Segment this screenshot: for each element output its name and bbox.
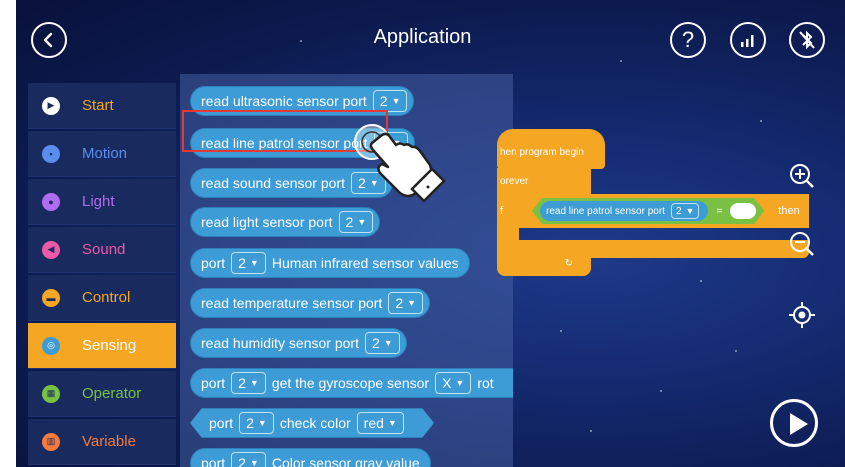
sensor-icon: ◎ [42, 336, 60, 355]
variable-icon: ▥ [42, 432, 60, 451]
app-stage: Application ? ▶ Start ▪ Motion ● Light ◀… [0, 0, 845, 467]
speaker-icon: ◀ [42, 240, 60, 259]
color-dropdown[interactable]: red ▼ [357, 412, 404, 434]
port-dropdown[interactable]: 2▼ [388, 292, 424, 314]
if-block[interactable]: f read line patrol sensor port 2 ▼ = then [497, 194, 809, 228]
block-label: port [201, 255, 226, 271]
then-label: then [778, 205, 800, 217]
crosshair-icon [789, 302, 815, 328]
help-icon: ? [681, 27, 695, 52]
block-read-temperature[interactable]: read temperature sensor port 2 ▼ [190, 288, 431, 318]
block-read-humidity[interactable]: read humidity sensor port 2 ▼ [190, 328, 407, 358]
block-label: Color sensor gray value [271, 455, 420, 467]
zoom-out-icon [790, 232, 814, 256]
sidebar-item-motion[interactable]: ▪ Motion [28, 131, 176, 177]
block-label: read ultrasonic sensor port [201, 93, 367, 109]
block-label: port [201, 455, 226, 467]
block-label: check color [279, 415, 351, 431]
block-label: read humidity sensor port [201, 335, 359, 351]
gamepad-icon: ▬ [42, 288, 60, 307]
tutorial-hand-icon [354, 124, 446, 203]
sidebar-item-label: Sound [82, 241, 126, 258]
help-button[interactable]: ? [670, 22, 706, 58]
signal-icon [741, 35, 754, 47]
zoom-out-button[interactable] [788, 230, 816, 258]
port-dropdown[interactable]: 2▼ [372, 90, 408, 112]
sidebar-item-label: Motion [82, 145, 128, 162]
block-label: Human infrared sensor values [271, 255, 459, 271]
if-block-mouth [497, 228, 519, 240]
sidebar-item-label: Control [82, 289, 131, 306]
block-check-color[interactable]: port 2 ▼ check color red ▼ [190, 408, 434, 438]
forever-block[interactable]: orever [497, 168, 591, 194]
forever-block-end: ↻ [497, 258, 591, 276]
play-icon: ▶ [42, 96, 60, 115]
calculator-icon: ▦ [42, 384, 60, 403]
bluetooth-off-icon [799, 30, 815, 50]
port-dropdown[interactable]: 2▼ [231, 452, 266, 467]
if-block-end [497, 240, 809, 258]
program-begin-block[interactable]: hen program begin [497, 129, 605, 169]
port-dropdown[interactable]: 2▼ [231, 372, 266, 394]
value-toggle[interactable] [730, 203, 756, 219]
run-program-button[interactable] [770, 399, 818, 447]
signal-button[interactable] [730, 22, 766, 58]
sidebar-item-start[interactable]: ▶ Start [28, 83, 176, 129]
line-patrol-reporter[interactable]: read line patrol sensor port 2 ▼ [540, 201, 708, 221]
block-label: port [201, 375, 226, 391]
category-sidebar: ▶ Start ▪ Motion ● Light ◀ Sound ▬ Contr… [28, 83, 176, 467]
block-read-light[interactable]: read light sensor port 2 ▼ [190, 207, 381, 237]
port-dropdown[interactable]: 2▼ [239, 412, 274, 434]
port-dropdown[interactable]: 2▼ [671, 203, 699, 219]
block-label: port [209, 415, 234, 431]
sidebar-item-operator[interactable]: ▦ Operator [28, 371, 176, 417]
zoom-in-button[interactable] [788, 162, 816, 190]
port-dropdown[interactable]: 2▼ [338, 211, 374, 233]
sidebar-item-label: Operator [82, 385, 142, 402]
port-dropdown[interactable]: 2▼ [364, 332, 400, 354]
block-label: get the gyroscope sensor [271, 375, 430, 391]
bulb-icon: ● [42, 192, 60, 211]
sidebar-item-sensing[interactable]: ◎ Sensing [28, 323, 176, 369]
sidebar-item-label: Variable [82, 433, 136, 450]
recenter-button[interactable] [787, 300, 817, 330]
car-icon: ▪ [42, 144, 60, 163]
bluetooth-button[interactable] [789, 22, 825, 58]
block-gyroscope[interactable]: port 2 ▼ get the gyroscope sensor X ▼ rot [190, 368, 513, 398]
block-label: read sound sensor port [201, 175, 345, 191]
equals-condition[interactable]: read line patrol sensor port 2 ▼ = [532, 198, 764, 224]
sidebar-item-variable[interactable]: ▥ Variable [28, 419, 176, 465]
block-label: read light sensor port [201, 214, 333, 230]
zoom-in-icon [790, 164, 814, 188]
block-label: rot [477, 375, 494, 391]
block-human-infrared[interactable]: port 2 ▼ Human infrared sensor values [190, 248, 470, 278]
block-label: read temperature sensor port [201, 295, 383, 311]
block-color-gray-value[interactable]: port 2 ▼ Color sensor gray value [190, 448, 431, 467]
sidebar-item-control[interactable]: ▬ Control [28, 275, 176, 321]
sidebar-item-label: Start [82, 97, 114, 114]
sidebar-item-light[interactable]: ● Light [28, 179, 176, 225]
sidebar-item-sound[interactable]: ◀ Sound [28, 227, 176, 273]
window-edge [0, 0, 16, 467]
page-title: Application [373, 26, 472, 48]
sidebar-item-label: Light [82, 193, 115, 210]
if-label: f [500, 205, 504, 217]
axis-dropdown[interactable]: X ▼ [435, 372, 472, 394]
equals-sign: = [716, 205, 723, 217]
port-dropdown[interactable]: 2▼ [231, 252, 266, 274]
sidebar-item-label: Sensing [82, 337, 137, 354]
